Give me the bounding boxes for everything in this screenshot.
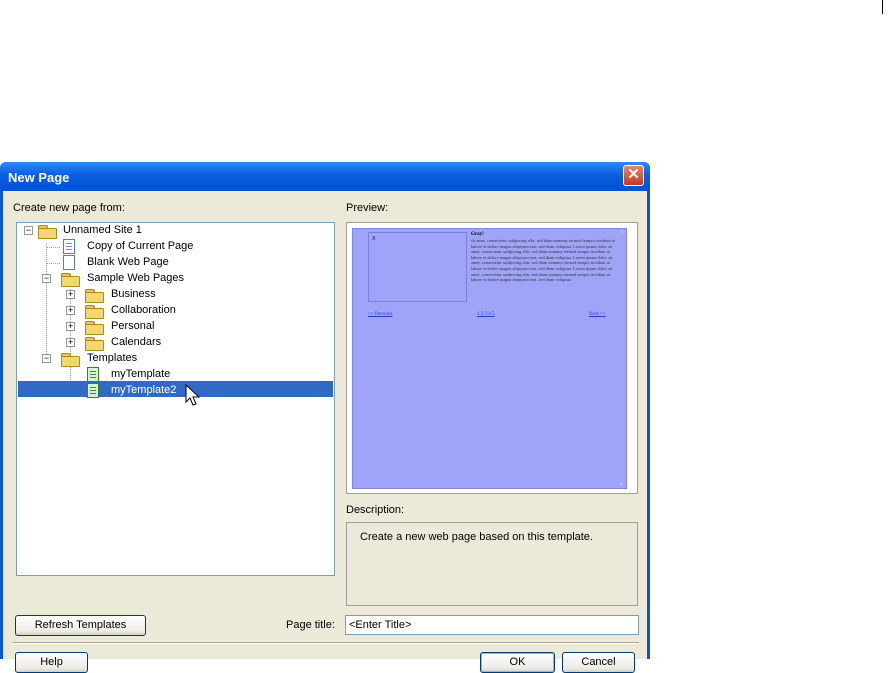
template-icon (87, 367, 99, 382)
tree-item-label: myTemplate (111, 368, 171, 380)
tree-item-label: Copy of Current Page (87, 240, 194, 252)
preview-body-text: sit amet, consectetur sadipscing elitr, … (471, 238, 616, 283)
expand-icon[interactable]: + (66, 338, 75, 347)
tree-item-label: Sample Web Pages (87, 272, 185, 284)
tree-item-label: Templates (87, 352, 138, 364)
tree-item-label: Blank Web Page (87, 256, 169, 268)
tree-item-label: myTemplate2 (111, 384, 177, 396)
folder-icon (85, 289, 104, 303)
tree-item-label: Business (111, 288, 156, 300)
expand-icon[interactable]: + (66, 290, 75, 299)
tree-item-label: Personal (111, 320, 155, 332)
page-title-label: Page title: (286, 619, 335, 631)
tree-item-mytemplate2[interactable]: myTemplate2 (17, 383, 327, 399)
collapse-icon[interactable]: − (24, 226, 33, 235)
folder-icon (85, 305, 104, 319)
page-source-tree[interactable]: − Unnamed Site 1 Copy of Current Page Bl… (16, 222, 335, 576)
preview-scrollbar (619, 231, 624, 486)
tree-item-business[interactable]: + Business (17, 287, 327, 303)
preview-label: Preview: (346, 202, 389, 214)
folder-open-icon (38, 225, 57, 239)
preview-page-links: 1 2 3 4 5 (477, 312, 495, 317)
help-button[interactable]: Help (15, 652, 88, 673)
expand-icon[interactable]: + (66, 306, 75, 315)
create-from-label: Create new page from: (13, 202, 125, 214)
expand-icon[interactable]: + (66, 322, 75, 331)
template-icon (87, 383, 99, 398)
separator (13, 642, 639, 644)
preview-pane: x Gray! sit amet, consectetur sadipscing… (346, 222, 638, 494)
tree-item-templates[interactable]: − Templates (17, 351, 327, 367)
description-text: Create a new web page based on this temp… (360, 531, 593, 543)
close-button[interactable]: ✕ (623, 165, 644, 186)
page-copy-icon (63, 239, 75, 254)
tree-item-collaboration[interactable]: + Collaboration (17, 303, 327, 319)
title-bar[interactable]: New Page ✕ (0, 162, 650, 191)
new-page-dialog: New Page ✕ Create new page from: Preview… (0, 162, 650, 673)
tree-item-label: Calendars (111, 336, 162, 348)
tree-item-label: Unnamed Site 1 (63, 224, 142, 236)
tree-item-calendars[interactable]: + Calendars (17, 335, 327, 351)
blank-page-icon (63, 255, 75, 270)
description-label: Description: (346, 504, 405, 516)
dialog-title: New Page (8, 170, 70, 185)
folder-open-icon (61, 273, 80, 287)
broken-image-icon: x (372, 235, 376, 242)
template-preview-image: x Gray! sit amet, consectetur sadipscing… (352, 228, 627, 489)
folder-open-icon (61, 353, 80, 367)
tree-item-label: Collaboration (111, 304, 176, 316)
tree-item-sample-web-pages[interactable]: − Sample Web Pages (17, 271, 327, 287)
tree-item-copy-of-current-page[interactable]: Copy of Current Page (17, 239, 327, 255)
cancel-button[interactable]: Cancel (562, 652, 635, 673)
preview-image-placeholder (368, 232, 467, 302)
folder-icon (85, 337, 104, 351)
dialog-client-area: Create new page from: Preview: − Unnamed… (3, 191, 647, 673)
mouse-pointer-icon (185, 384, 201, 406)
tree-item-unnamed-site[interactable]: − Unnamed Site 1 (17, 223, 327, 239)
collapse-icon[interactable]: − (42, 354, 51, 363)
refresh-templates-button[interactable]: Refresh Templates (15, 615, 146, 636)
ok-button[interactable]: OK (480, 652, 555, 673)
text-caret (882, 0, 883, 14)
tree-item-personal[interactable]: + Personal (17, 319, 327, 335)
collapse-icon[interactable]: − (42, 274, 51, 283)
tree-item-mytemplate[interactable]: myTemplate (17, 367, 327, 383)
tree-item-blank-web-page[interactable]: Blank Web Page (17, 255, 327, 271)
preview-heading: Gray! (471, 232, 484, 237)
preview-next-link: Next >> (589, 312, 606, 317)
preview-prev-link: << Previous (368, 312, 393, 317)
description-box: Create a new web page based on this temp… (346, 522, 638, 606)
page-title-input[interactable] (345, 615, 639, 635)
folder-icon (85, 321, 104, 335)
